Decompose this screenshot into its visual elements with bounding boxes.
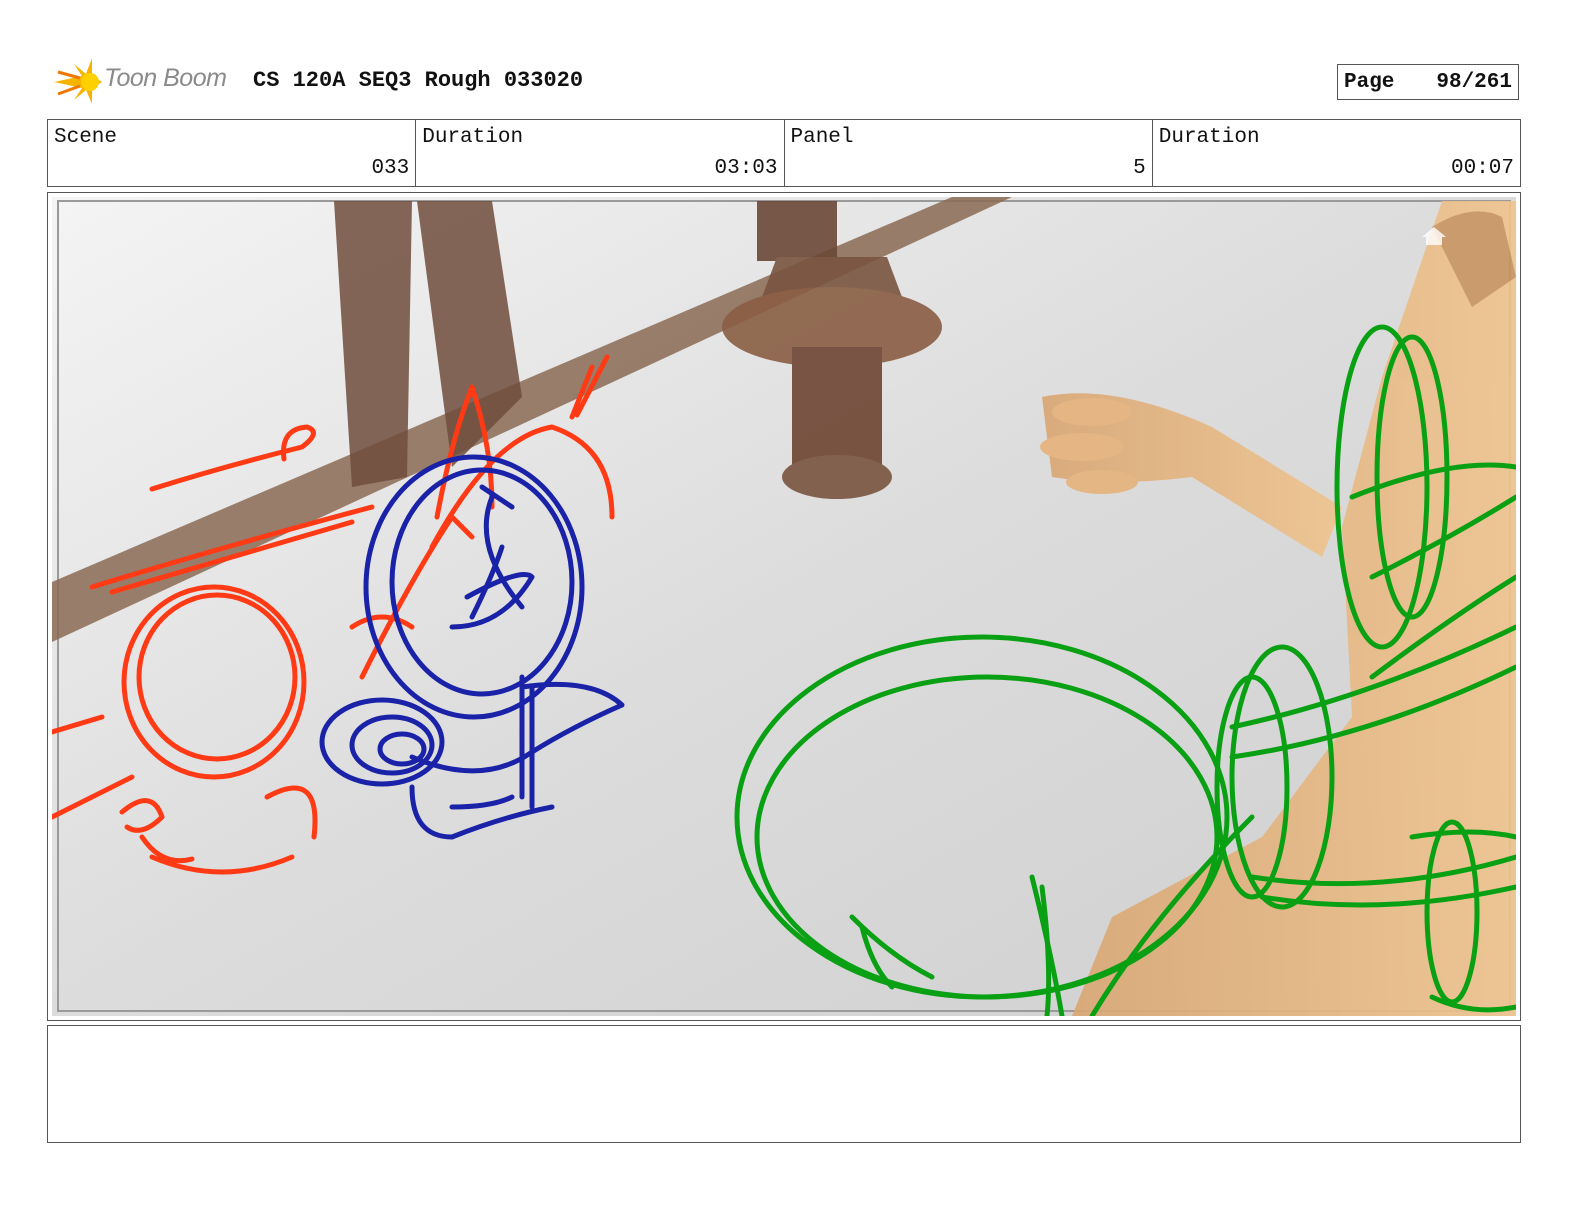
- panel-duration-cell: Duration 00:07: [1153, 120, 1520, 186]
- scene-value: 033: [371, 157, 410, 180]
- document-title: CS 120A SEQ3 Rough 033020: [253, 68, 584, 93]
- panel-value: 5: [1133, 157, 1146, 180]
- page-value: 98/261: [1436, 71, 1512, 94]
- page-label: Page: [1344, 71, 1395, 94]
- panel-label: Panel: [790, 126, 854, 149]
- scene-duration-value: 03:03: [714, 157, 778, 180]
- panel-duration-label: Duration: [1158, 126, 1260, 149]
- panel-duration-value: 00:07: [1450, 157, 1514, 180]
- logo-wordmark: Toon Boom: [104, 64, 227, 92]
- scene-duration-label: Duration: [422, 126, 524, 149]
- scene-cell: Scene 033: [48, 120, 417, 186]
- storyboard-panel: [47, 192, 1521, 1021]
- panel-artwork: [52, 197, 1516, 1016]
- panel-cell: Panel 5: [785, 120, 1153, 186]
- scene-info-table: Scene 033 Duration 03:03 Panel 5 Duratio…: [47, 119, 1521, 187]
- scene-duration-cell: Duration 03:03: [416, 120, 785, 186]
- scene-label: Scene: [54, 126, 118, 149]
- page-counter: Page 98/261: [1337, 64, 1519, 100]
- panel-notes: [47, 1025, 1521, 1143]
